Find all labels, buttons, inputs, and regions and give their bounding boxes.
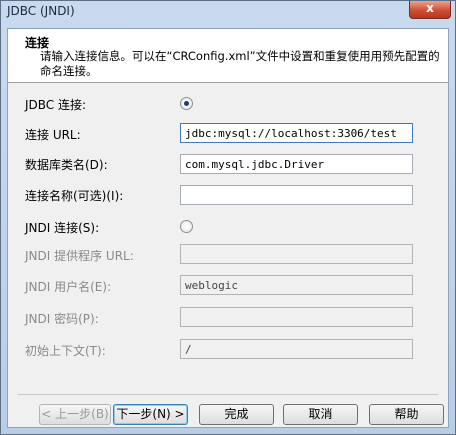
page-description: 请输入连接信息。可以在“CRConfig.xml”文件中设置和重复使用用预先配置… [40, 49, 440, 78]
close-button[interactable]: x [409, 1, 451, 19]
jndi-username-input[interactable]: weblogic [180, 275, 413, 295]
connection-name-input[interactable] [180, 185, 413, 205]
title-bar[interactable]: JDBC (JNDI) x [1, 1, 455, 23]
finish-button[interactable]: 完成 [199, 404, 274, 425]
dialog-window: JDBC (JNDI) x 连接 请输入连接信息。可以在“CRConfig.xm… [0, 0, 456, 435]
button-separator [18, 394, 438, 395]
help-button[interactable]: 帮助 [369, 404, 444, 425]
connection-name-label: 连接名称(可选)(I): [25, 189, 124, 203]
jndi-username-label: JNDI 用户名(E): [25, 280, 112, 294]
radio-selected-dot [184, 101, 189, 106]
dialog-body: 连接 请输入连接信息。可以在“CRConfig.xml”文件中设置和重复使用用预… [7, 28, 449, 428]
next-button[interactable]: 下一步(N) > [113, 404, 188, 425]
window-title: JDBC (JNDI) [7, 4, 75, 18]
jndi-password-label: JNDI 密码(P): [25, 312, 99, 326]
database-class-input[interactable]: com.mysql.jdbc.Driver [180, 154, 413, 174]
database-class-label: 数据库类名(D): [25, 158, 108, 172]
jndi-provider-url-label: JNDI 提供程序 URL: [25, 249, 134, 263]
connection-url-label: 连接 URL: [25, 128, 81, 142]
close-icon: x [426, 1, 434, 15]
jndi-password-input[interactable] [180, 307, 413, 327]
cancel-button[interactable]: 取消 [283, 404, 358, 425]
jdbc-connection-label: JDBC 连接: [25, 98, 87, 112]
initial-context-input[interactable]: / [180, 339, 413, 359]
initial-context-label: 初始上下文(T): [25, 344, 106, 358]
connection-url-input[interactable]: jdbc:mysql://localhost:3306/test [180, 123, 413, 143]
jdbc-connection-radio[interactable] [180, 97, 193, 110]
wizard-header: 连接 请输入连接信息。可以在“CRConfig.xml”文件中设置和重复使用用预… [8, 29, 448, 83]
jndi-connection-radio[interactable] [180, 220, 193, 233]
jndi-provider-url-input[interactable] [180, 244, 413, 264]
jndi-connection-label: JNDI 连接(S): [25, 221, 100, 235]
back-button[interactable]: < 上一步(B) [39, 404, 111, 425]
